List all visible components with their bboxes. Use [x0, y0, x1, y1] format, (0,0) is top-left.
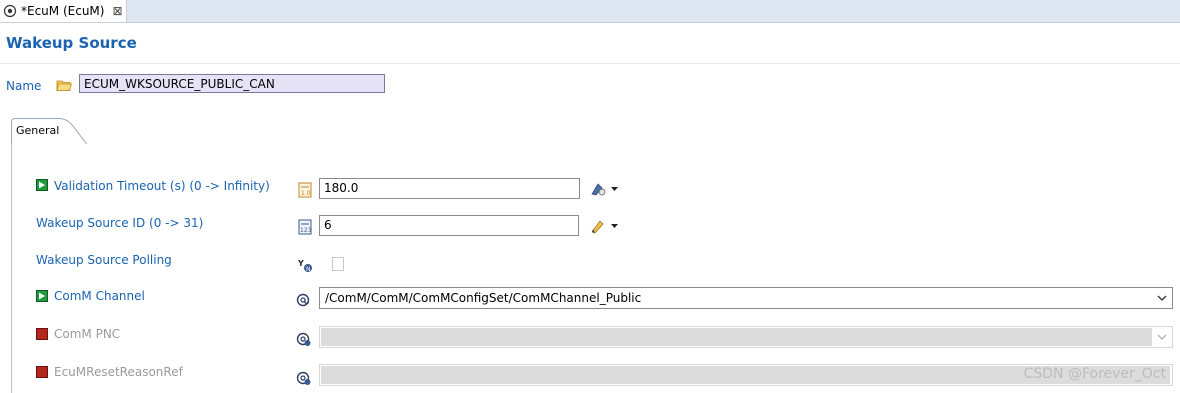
calculation-tool-dropdown[interactable]: [590, 181, 620, 197]
general-tab-bar: General: [11, 118, 1180, 145]
folder-open-icon: [56, 80, 72, 91]
section-header: Wakeup Source: [0, 23, 1180, 64]
wakeup-source-polling-label: Wakeup Source Polling: [36, 253, 172, 267]
reference-param-icon: [296, 332, 311, 346]
editor-tab-title: *EcuM (EcuM): [21, 4, 105, 18]
reference-param-icon: [296, 371, 311, 385]
svg-text:N: N: [306, 266, 311, 273]
editor-tab-ecum[interactable]: *EcuM (EcuM) ⊠: [0, 0, 127, 22]
tab-outline: [11, 118, 1180, 145]
tab-general-label: General: [16, 124, 60, 137]
wakeup-source-id-input[interactable]: 6: [319, 215, 579, 236]
comm-pnc-select[interactable]: [319, 326, 1173, 348]
configured-status-icon: [36, 290, 48, 302]
name-field[interactable]: ECUM_WKSOURCE_PUBLIC_CAN: [79, 74, 385, 93]
unconfigured-status-icon: [36, 366, 48, 378]
disabled-fill: [321, 328, 1152, 346]
boolean-param-icon: Y N: [298, 259, 312, 273]
validation-timeout-label: Validation Timeout (s) (0 -> Infinity): [54, 179, 270, 193]
comm-pnc-label: ComM PNC: [54, 327, 121, 341]
close-tab-icon[interactable]: ⊠: [112, 4, 122, 18]
wakeup-source-polling-checkbox[interactable]: [332, 257, 344, 271]
watermark: CSDN @Forever_Oct: [1023, 366, 1166, 382]
chevron-down-icon: [1157, 334, 1167, 340]
comm-channel-label: ComM Channel: [54, 289, 145, 303]
integer-param-icon: 123: [298, 219, 312, 235]
ecum-reset-reason-ref-label: EcuMResetReasonRef: [54, 365, 183, 379]
edit-value-dropdown[interactable]: [590, 218, 620, 234]
configured-status-icon: [36, 179, 48, 191]
editor-tab-bar: *EcuM (EcuM) ⊠: [0, 0, 1180, 23]
float-param-icon: 1.0: [298, 182, 312, 198]
wakeup-source-id-label: Wakeup Source ID (0 -> 31): [36, 216, 204, 230]
comm-channel-value: /ComM/ComM/ComMConfigSet/ComMChannel_Pub…: [325, 291, 642, 305]
comm-channel-select[interactable]: /ComM/ComM/ComMConfigSet/ComMChannel_Pub…: [319, 287, 1173, 309]
chevron-down-icon: [1157, 295, 1167, 301]
reference-param-icon: [296, 293, 310, 307]
module-gear-icon: [3, 4, 17, 18]
svg-text:1.0: 1.0: [301, 190, 311, 197]
name-label: Name: [6, 79, 42, 93]
unconfigured-status-icon: [36, 328, 48, 340]
page-title: Wakeup Source: [6, 34, 137, 52]
validation-timeout-input[interactable]: 180.0: [319, 178, 580, 199]
svg-text:123: 123: [300, 227, 312, 234]
svg-text:Y: Y: [298, 259, 304, 268]
